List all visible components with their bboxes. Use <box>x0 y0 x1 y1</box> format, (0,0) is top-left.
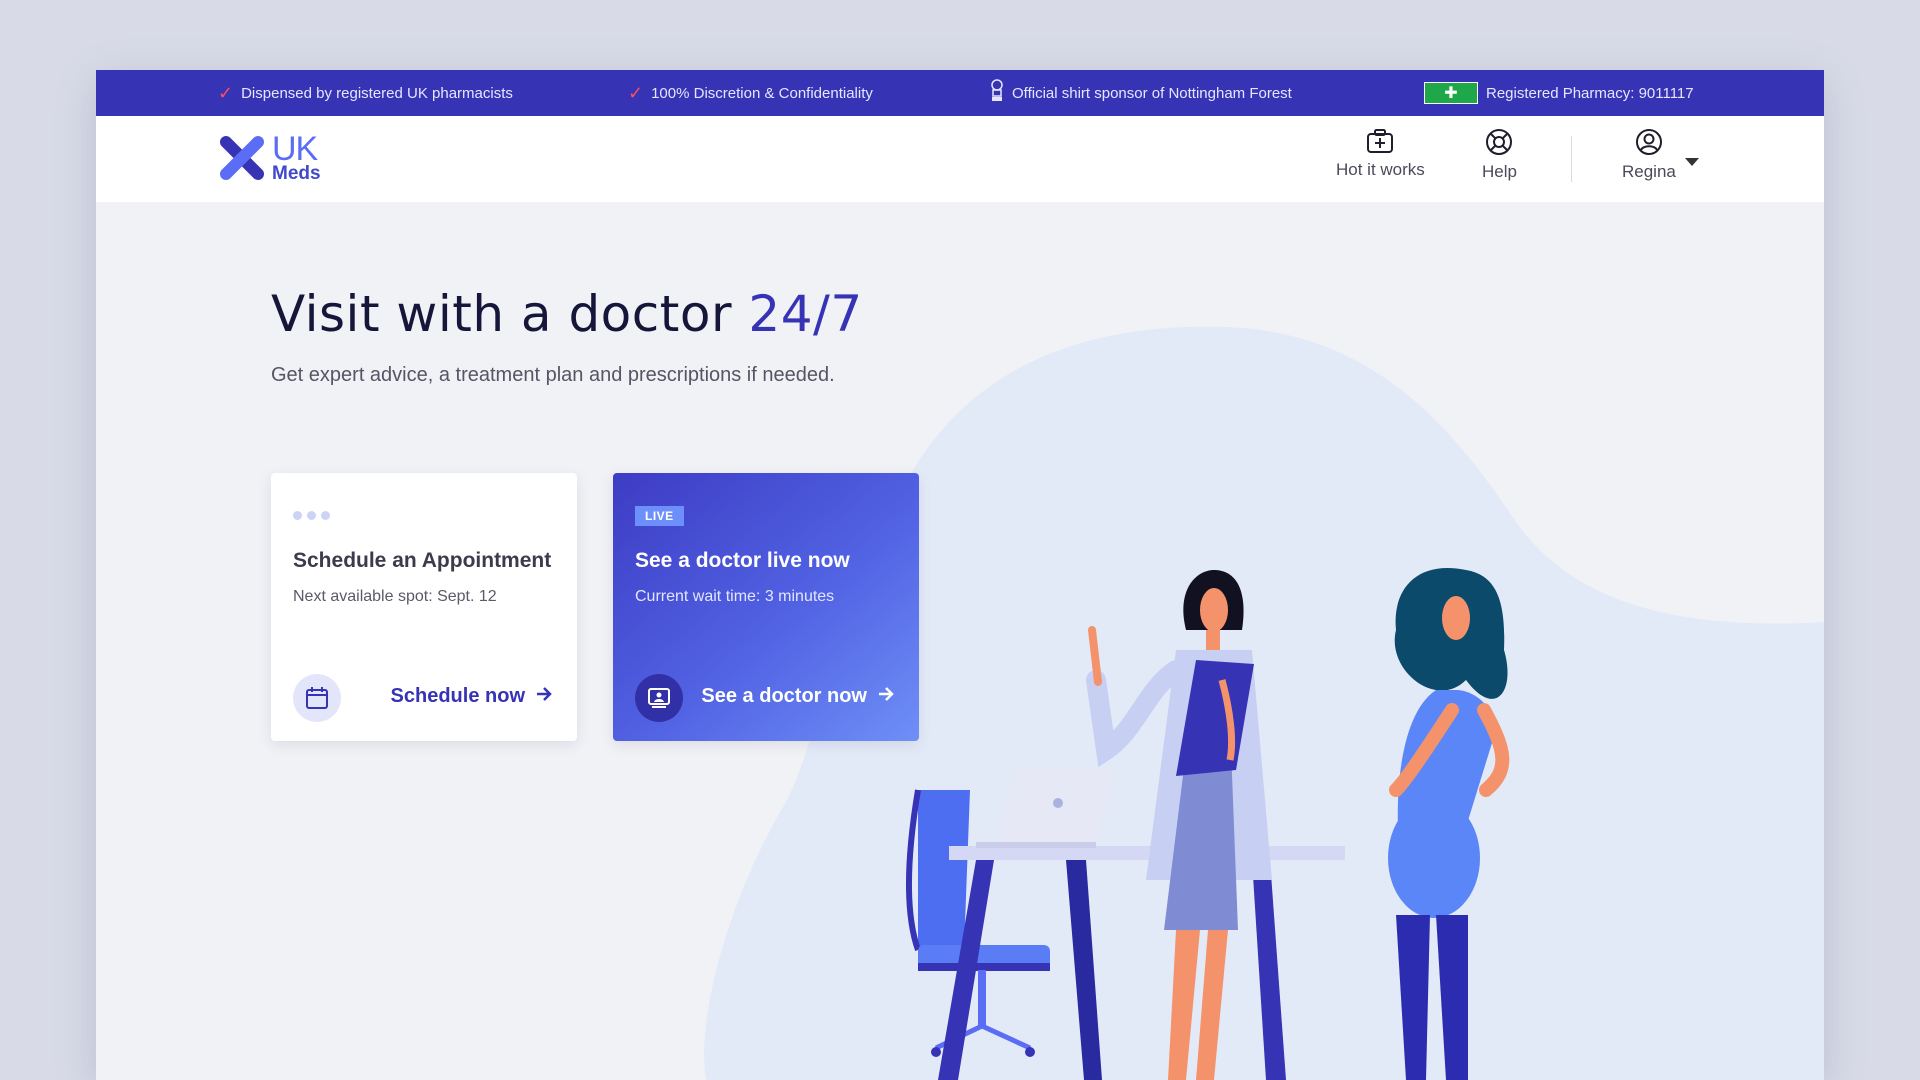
schedule-now-button[interactable]: Schedule now <box>391 685 553 708</box>
user-icon <box>1635 129 1662 155</box>
lifebuoy-icon <box>1486 129 1513 155</box>
page-title-accent: 24/7 <box>748 285 863 343</box>
trust-bar: ✓ Dispensed by registered UK pharmacists… <box>96 70 1824 116</box>
trust-item-label: Registered Pharmacy: 9011117 <box>1486 84 1694 102</box>
card-meta: Current wait time: 3 minutes <box>635 588 835 605</box>
trust-item-label: 100% Discretion & Confidentiality <box>651 84 873 102</box>
see-doctor-now-label: See a doctor now <box>701 685 867 707</box>
card-title: Schedule an Appointment <box>293 549 552 572</box>
live-badge: LIVE <box>635 506 684 526</box>
first-aid-kit-icon <box>1367 129 1394 153</box>
logo-meds: Meds <box>272 162 321 184</box>
registered-pharmacy-badge[interactable]: ✚ <box>1424 82 1478 104</box>
see-doctor-live-card[interactable]: LIVE See a doctor live now Current wait … <box>613 473 919 741</box>
chevron-down-icon[interactable] <box>1685 158 1699 166</box>
logo-uk: UK <box>272 130 318 169</box>
logo-x-icon <box>220 136 264 180</box>
nav-how-it-works-label: Hot it works <box>1336 160 1425 179</box>
trust-item-label: Official shirt sponsor of Nottingham For… <box>1012 84 1292 102</box>
arrow-right-icon <box>877 685 895 708</box>
video-call-icon <box>635 674 683 722</box>
nav-divider <box>1571 136 1572 182</box>
check-icon: ✓ <box>218 82 234 103</box>
user-menu[interactable]: Regina <box>1622 128 1676 182</box>
see-doctor-now-button[interactable]: See a doctor now <box>701 685 895 708</box>
schedule-now-label: Schedule now <box>390 685 525 707</box>
card-title: See a doctor live now <box>635 549 850 572</box>
logo[interactable]: UK Meds <box>218 130 321 184</box>
more-dots-icon <box>293 511 330 520</box>
calendar-icon <box>293 674 341 722</box>
page-title: Visit with a doctor 24/7 <box>271 285 863 343</box>
site-header: UK Meds Hot it works Help Regina <box>96 116 1824 202</box>
trust-item-registered[interactable]: ✚ Registered Pharmacy: 9011117 <box>1424 70 1694 116</box>
nav-help[interactable]: Help <box>1482 128 1517 182</box>
trust-item-pharmacists: ✓ Dispensed by registered UK pharmacists <box>218 70 513 116</box>
arrow-right-icon <box>535 685 553 708</box>
nav-how-it-works[interactable]: Hot it works <box>1336 128 1425 180</box>
page-subtitle: Get expert advice, a treatment plan and … <box>271 364 835 386</box>
trust-item-discretion: ✓ 100% Discretion & Confidentiality <box>628 70 873 116</box>
trophy-icon <box>990 79 1004 107</box>
trust-item-sponsor: Official shirt sponsor of Nottingham For… <box>990 70 1292 116</box>
nav-help-label: Help <box>1482 162 1517 181</box>
page-title-main: Visit with a doctor <box>271 285 749 343</box>
user-name: Regina <box>1622 162 1676 181</box>
trust-item-label: Dispensed by registered UK pharmacists <box>241 84 513 102</box>
schedule-appointment-card[interactable]: Schedule an Appointment Next available s… <box>271 473 577 741</box>
check-icon: ✓ <box>628 82 644 103</box>
card-meta: Next available spot: Sept. 12 <box>293 588 497 605</box>
logo-text: UK Meds <box>272 130 321 184</box>
app-window: ✓ Dispensed by registered UK pharmacists… <box>96 70 1824 1080</box>
